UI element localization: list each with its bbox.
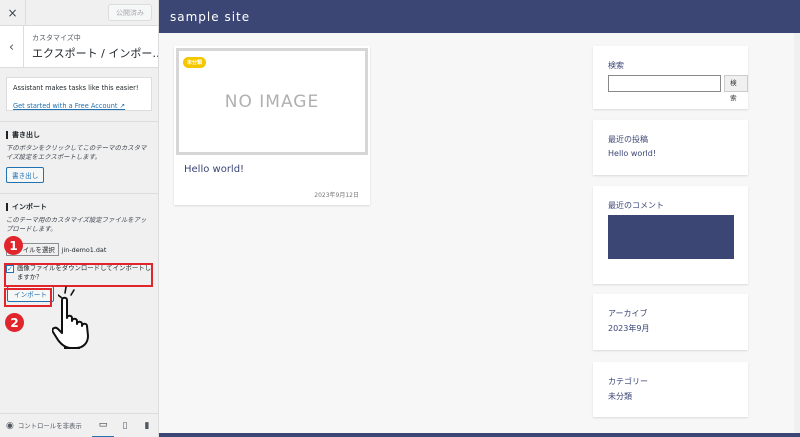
search-button[interactable]: 検索 (724, 75, 748, 102)
post-thumbnail[interactable]: NO IMAGE 未分類 (176, 48, 368, 155)
recent-comments-block (608, 215, 734, 259)
export-description: 下のボタンをクリックしてこのテーマのカスタマイズ設定をエクスポートします。 (6, 144, 147, 161)
archive-link[interactable]: 2023年9月 (608, 323, 748, 334)
no-image-placeholder: NO IMAGE (224, 91, 320, 112)
recent-comments-title: 最近のコメント (608, 201, 664, 210)
footer-bar (159, 433, 800, 437)
assistant-notice: Assistant makes tasks like this easier! … (6, 77, 152, 111)
step-2-badge: 2 (5, 313, 24, 332)
assistant-text: Assistant makes tasks like this easier! (13, 84, 139, 92)
desktop-preview-icon[interactable]: ▭ (92, 414, 114, 437)
export-button[interactable]: 書き出し (6, 167, 45, 183)
tablet-preview-icon[interactable]: ▯ (114, 414, 136, 437)
file-name: jin-demo1.dat (61, 245, 107, 254)
recent-comments-widget: 最近のコメント (593, 186, 748, 284)
categories-widget: カテゴリー 未分類 (593, 362, 748, 417)
mobile-preview-icon[interactable]: ▮ (136, 414, 158, 437)
search-row: 検索 (608, 75, 748, 102)
post-title[interactable]: Hello world! (184, 164, 244, 175)
preview-scrollbar[interactable] (794, 33, 800, 433)
hide-controls-button[interactable]: ◉ コントロールを非表示 (0, 421, 92, 431)
recent-post-link[interactable]: Hello world! (608, 149, 748, 158)
highlight-import-box (4, 288, 52, 307)
recent-posts-title: 最近の投稿 (608, 135, 648, 144)
collapse-icon: ◉ (6, 420, 14, 431)
recent-posts-widget: 最近の投稿 Hello world! (593, 120, 748, 175)
export-title: 書き出し (6, 131, 152, 139)
close-icon[interactable]: × (0, 0, 26, 25)
import-title: インポート (6, 203, 152, 211)
site-name[interactable]: sample site (170, 10, 250, 24)
customizer-topbar: × 公開済み (0, 0, 158, 26)
back-icon[interactable]: ‹ (0, 26, 24, 68)
export-group: 書き出し 下のボタンをクリックしてこのテーマのカスタマイズ設定をエクスポートしま… (0, 131, 158, 183)
divider (0, 121, 158, 122)
search-input[interactable] (608, 75, 722, 92)
post-date: 2023年9月12日 (314, 192, 359, 199)
file-row: ファイルを選択 jin-demo1.dat (0, 243, 158, 256)
import-group: インポート このテーマ用のカスタマイズ設定ファイルをアップロードします。 (0, 203, 158, 234)
archives-widget: アーカイブ 2023年9月 (593, 294, 748, 350)
section-title: エクスポート / インポー… (32, 47, 159, 60)
category-link[interactable]: 未分類 (608, 391, 748, 402)
search-widget-title: 検索 (608, 61, 624, 70)
divider (0, 193, 158, 194)
category-badge: 未分類 (183, 57, 207, 68)
highlight-checkbox-box (4, 263, 153, 287)
publish-button[interactable]: 公開済み (108, 4, 152, 21)
customizer-sidebar: × 公開済み ‹ カスタマイズ中 エクスポート / インポー… Assistan… (0, 0, 159, 437)
pointing-hand-icon (52, 296, 89, 349)
site-header: sample site (159, 0, 800, 33)
site-preview: sample site NO IMAGE 未分類 Hello world! 20… (159, 0, 800, 437)
step-1-badge: 1 (4, 236, 23, 255)
categories-title: カテゴリー (608, 377, 648, 386)
import-description: このテーマ用のカスタマイズ設定ファイルをアップロードします。 (6, 216, 147, 233)
hide-controls-label: コントロールを非表示 (17, 422, 82, 430)
customizer-footer: ◉ コントロールを非表示 ▭ ▯ ▮ (0, 413, 158, 437)
post-card[interactable]: NO IMAGE 未分類 Hello world! 2023年9月12日 (174, 46, 370, 205)
section-header: ‹ カスタマイズ中 エクスポート / インポー… (0, 26, 158, 68)
assistant-link[interactable]: Get started with a Free Account ↗ (13, 102, 125, 110)
customizing-label: カスタマイズ中 (32, 34, 81, 42)
search-widget: 検索 検索 (593, 46, 748, 109)
archives-title: アーカイブ (608, 309, 648, 318)
